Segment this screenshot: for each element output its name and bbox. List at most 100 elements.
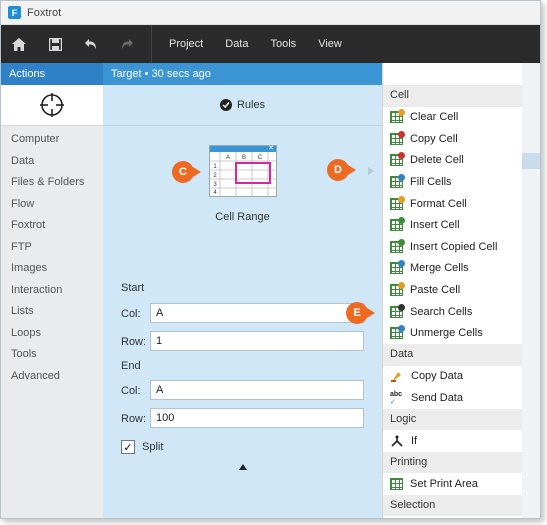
group-header-printing: Printing bbox=[383, 451, 523, 474]
callout-e: E bbox=[346, 302, 375, 324]
end-row-input[interactable] bbox=[150, 408, 364, 428]
action-label: Fill Cells bbox=[410, 176, 452, 189]
action-copy-data[interactable]: Copy Data bbox=[383, 366, 523, 388]
action-format-cell[interactable]: Format Cell bbox=[383, 193, 523, 215]
cell-range-preview: ✕ A B C 1 2 3 4 bbox=[209, 145, 277, 197]
category-interaction[interactable]: Interaction bbox=[1, 280, 103, 302]
col-header-b: B bbox=[242, 155, 246, 161]
category-files-folders[interactable]: Files & Folders bbox=[1, 172, 103, 194]
cell-actions-list: Cell Clear Cell Copy Cell Delete Cell Fi… bbox=[383, 85, 523, 517]
rules-button[interactable]: Rules bbox=[103, 85, 382, 126]
action-send-data[interactable]: abc ✓ Send Data bbox=[383, 387, 523, 409]
category-flow[interactable]: Flow bbox=[1, 194, 103, 216]
action-label: Clear Cell bbox=[410, 111, 459, 124]
split-label: Split bbox=[142, 441, 164, 453]
category-tools[interactable]: Tools bbox=[1, 344, 103, 366]
row-header-4: 4 bbox=[213, 190, 217, 196]
save-icon[interactable] bbox=[37, 25, 73, 63]
action-label: Search Cells bbox=[410, 305, 473, 318]
actions-category-list: Computer Data Files & Folders Flow Foxtr… bbox=[1, 126, 103, 387]
start-heading: Start bbox=[121, 282, 145, 294]
action-fill-cells[interactable]: Fill Cells bbox=[383, 171, 523, 193]
action-label: Delete Cell bbox=[410, 154, 464, 167]
start-row-input[interactable] bbox=[150, 331, 364, 351]
menu-data[interactable]: Data bbox=[214, 25, 259, 63]
category-lists[interactable]: Lists bbox=[1, 301, 103, 323]
action-if[interactable]: If bbox=[383, 430, 523, 452]
end-col-label: Col: bbox=[121, 385, 141, 397]
undo-icon[interactable] bbox=[73, 25, 109, 63]
rules-label: Rules bbox=[236, 99, 266, 111]
expand-arrow-icon[interactable] bbox=[367, 166, 375, 176]
callout-d: D bbox=[327, 159, 356, 181]
action-merge-cells[interactable]: Merge Cells bbox=[383, 258, 523, 280]
action-label: Insert Cell bbox=[410, 219, 460, 232]
actions-panel: Actions Computer Data Files & Folders Fl… bbox=[1, 63, 103, 518]
main-toolbar: Project Data Tools View bbox=[1, 25, 540, 63]
merge-cells-icon bbox=[390, 260, 405, 275]
insert-cell-icon bbox=[390, 217, 405, 232]
group-header-logic: Logic bbox=[383, 408, 523, 431]
delete-cell-icon bbox=[390, 152, 405, 167]
action-label: Send Data bbox=[411, 391, 463, 404]
category-loops[interactable]: Loops bbox=[1, 323, 103, 345]
action-paste-cell[interactable]: Paste Cell bbox=[383, 279, 523, 301]
cell-actions-panel: Cell Clear Cell Copy Cell Delete Cell Fi… bbox=[346, 63, 523, 518]
fill-cells-icon bbox=[390, 174, 405, 189]
action-insert-cell[interactable]: Insert Cell bbox=[383, 214, 523, 236]
action-label: Insert Copied Cell bbox=[410, 240, 498, 253]
category-foxtrot[interactable]: Foxtrot bbox=[1, 215, 103, 237]
title-bar: F Foxtrot bbox=[1, 1, 540, 25]
start-col-input[interactable] bbox=[150, 303, 364, 323]
row-header-3: 3 bbox=[213, 182, 217, 188]
menu-view[interactable]: View bbox=[307, 25, 353, 63]
toolbar-separator bbox=[151, 25, 152, 63]
action-label: If bbox=[411, 435, 418, 448]
check-circle-icon bbox=[219, 99, 232, 111]
paste-cell-icon bbox=[390, 282, 405, 297]
start-row-label: Row: bbox=[121, 336, 147, 348]
branch-icon bbox=[391, 435, 403, 447]
action-unmerge-cells[interactable]: Unmerge Cells bbox=[383, 322, 523, 344]
row-header-1: 1 bbox=[213, 164, 217, 170]
redo-icon[interactable] bbox=[109, 25, 145, 63]
print-area-icon bbox=[390, 478, 403, 491]
category-images[interactable]: Images bbox=[1, 258, 103, 280]
background-editor-strip bbox=[522, 63, 540, 518]
action-copy-cell[interactable]: Copy Cell bbox=[383, 128, 523, 150]
action-delete-cell[interactable]: Delete Cell bbox=[383, 150, 523, 172]
cell-range-label: Cell Range bbox=[215, 211, 270, 223]
action-insert-copied-cell[interactable]: Insert Copied Cell bbox=[383, 236, 523, 258]
end-col-input[interactable] bbox=[150, 380, 364, 400]
app-logo-icon: F bbox=[8, 6, 21, 19]
category-computer[interactable]: Computer bbox=[1, 129, 103, 151]
menu-project[interactable]: Project bbox=[158, 25, 214, 63]
end-row-label: Row: bbox=[121, 413, 147, 425]
callout-c: C bbox=[172, 161, 201, 183]
copy-data-icon bbox=[391, 371, 401, 382]
clear-cell-icon bbox=[390, 109, 405, 124]
window-title: Foxtrot bbox=[27, 6, 62, 19]
unmerge-cells-icon bbox=[390, 325, 405, 340]
category-advanced[interactable]: Advanced bbox=[1, 366, 103, 388]
collapse-up-icon[interactable] bbox=[239, 464, 247, 470]
split-checkbox[interactable]: ✓ bbox=[121, 440, 135, 454]
action-label: Copy Data bbox=[411, 370, 463, 383]
action-clear-cell[interactable]: Clear Cell bbox=[383, 107, 523, 129]
category-data[interactable]: Data bbox=[1, 151, 103, 173]
menu-tools[interactable]: Tools bbox=[260, 25, 308, 63]
group-header-cell: Cell bbox=[383, 85, 523, 107]
actions-header: Actions bbox=[1, 63, 103, 85]
action-label: Copy Cell bbox=[410, 132, 458, 145]
abc-icon: abc ✓ bbox=[390, 391, 403, 407]
home-icon[interactable] bbox=[1, 25, 37, 63]
target-picker[interactable] bbox=[1, 85, 103, 126]
crosshair-icon[interactable] bbox=[39, 92, 65, 118]
category-ftp[interactable]: FTP bbox=[1, 237, 103, 259]
foxtrot-window: F Foxtrot Project Data Tools View Action… bbox=[0, 0, 541, 519]
editor-highlight-band bbox=[522, 153, 540, 169]
target-panel: Target • 30 secs ago Rules ✕ A B C 1 2 3… bbox=[103, 63, 382, 518]
action-set-print-area[interactable]: Set Print Area bbox=[383, 473, 523, 495]
action-search-cells[interactable]: Search Cells bbox=[383, 301, 523, 323]
action-label: Format Cell bbox=[410, 197, 467, 210]
